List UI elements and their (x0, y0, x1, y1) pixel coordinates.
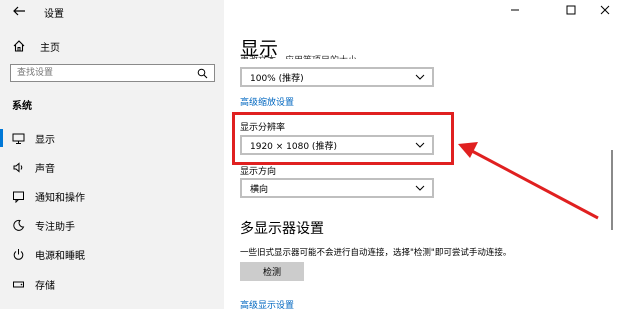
orientation-dropdown[interactable]: 横向 (240, 178, 434, 198)
notification-icon (13, 191, 24, 203)
close-icon[interactable] (598, 4, 612, 16)
moon-icon (13, 219, 25, 231)
home-icon (13, 40, 25, 52)
sidebar-item-display[interactable]: 显示 (0, 127, 224, 149)
scale-value: 100% (推荐) (250, 73, 304, 84)
section-label-system: 系统 (12, 101, 32, 112)
scrollbar-thumb[interactable] (611, 150, 613, 230)
annotation-highlight-box (232, 112, 454, 165)
window-title: 设置 (44, 9, 64, 20)
advanced-display-link[interactable]: 高级显示设置 (240, 298, 294, 311)
sidebar-item-label: 存储 (35, 280, 55, 292)
sidebar-item-power[interactable]: 电源和睡眠 (0, 243, 224, 265)
back-arrow-icon[interactable] (12, 4, 26, 18)
monitor-icon (12, 133, 25, 144)
minimize-icon[interactable] (508, 4, 522, 16)
sidebar-item-sound[interactable]: 声音 (0, 156, 224, 178)
sidebar-item-storage[interactable]: 存储 (0, 273, 224, 295)
sidebar-item-label: 声音 (35, 163, 55, 175)
nav-home[interactable]: 主页 (8, 36, 218, 56)
multi-display-description: 一些旧式显示器可能不会进行自动连接，选择"检测"即可尝试手动连接。 (240, 248, 512, 258)
storage-icon (13, 281, 24, 287)
sidebar-item-label: 显示 (35, 134, 55, 146)
maximize-icon[interactable] (564, 4, 578, 16)
sidebar: 设置 主页 系统 显示 声音 通知和操作 (0, 0, 224, 309)
search-input[interactable] (11, 67, 189, 79)
multi-display-heading: 多显示器设置 (240, 221, 324, 237)
advanced-scale-link[interactable]: 高级缩放设置 (240, 95, 294, 108)
power-icon (13, 248, 24, 260)
sidebar-item-focus-assist[interactable]: 专注助手 (0, 214, 224, 236)
search-icon[interactable] (197, 68, 208, 79)
scale-label: 更改文本、应用等项目的大小 (240, 50, 357, 59)
sidebar-item-label: 通知和操作 (35, 192, 85, 204)
sidebar-item-label: 专注助手 (35, 221, 75, 233)
orientation-label: 显示方向 (240, 167, 277, 177)
sidebar-item-label: 电源和睡眠 (35, 250, 85, 262)
speaker-icon (13, 161, 23, 173)
chevron-down-icon (415, 74, 425, 80)
search-box[interactable] (10, 64, 215, 82)
scale-dropdown[interactable]: 100% (推荐) (240, 67, 434, 87)
chevron-down-icon (415, 185, 425, 191)
orientation-value: 横向 (250, 184, 269, 195)
sidebar-item-notifications[interactable]: 通知和操作 (0, 185, 224, 207)
nav-home-label: 主页 (40, 42, 60, 54)
detect-button[interactable]: 检测 (240, 262, 304, 281)
